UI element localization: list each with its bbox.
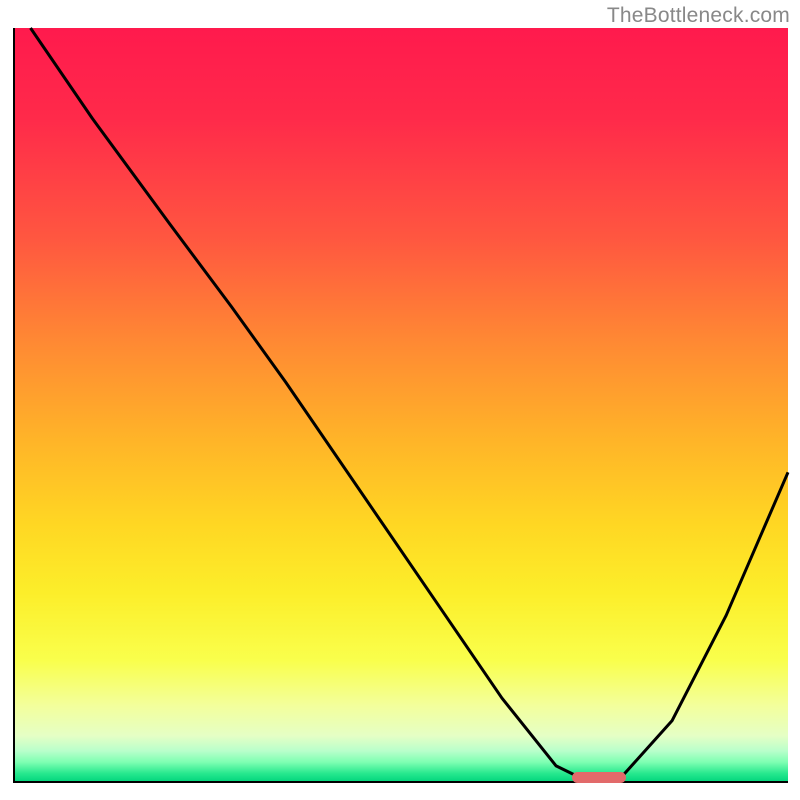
- curve-path: [31, 28, 789, 781]
- bottleneck-curve: [15, 28, 788, 781]
- optimal-range-marker: [572, 772, 626, 783]
- watermark-text: TheBottleneck.com: [607, 4, 790, 28]
- plot-area: [13, 28, 788, 783]
